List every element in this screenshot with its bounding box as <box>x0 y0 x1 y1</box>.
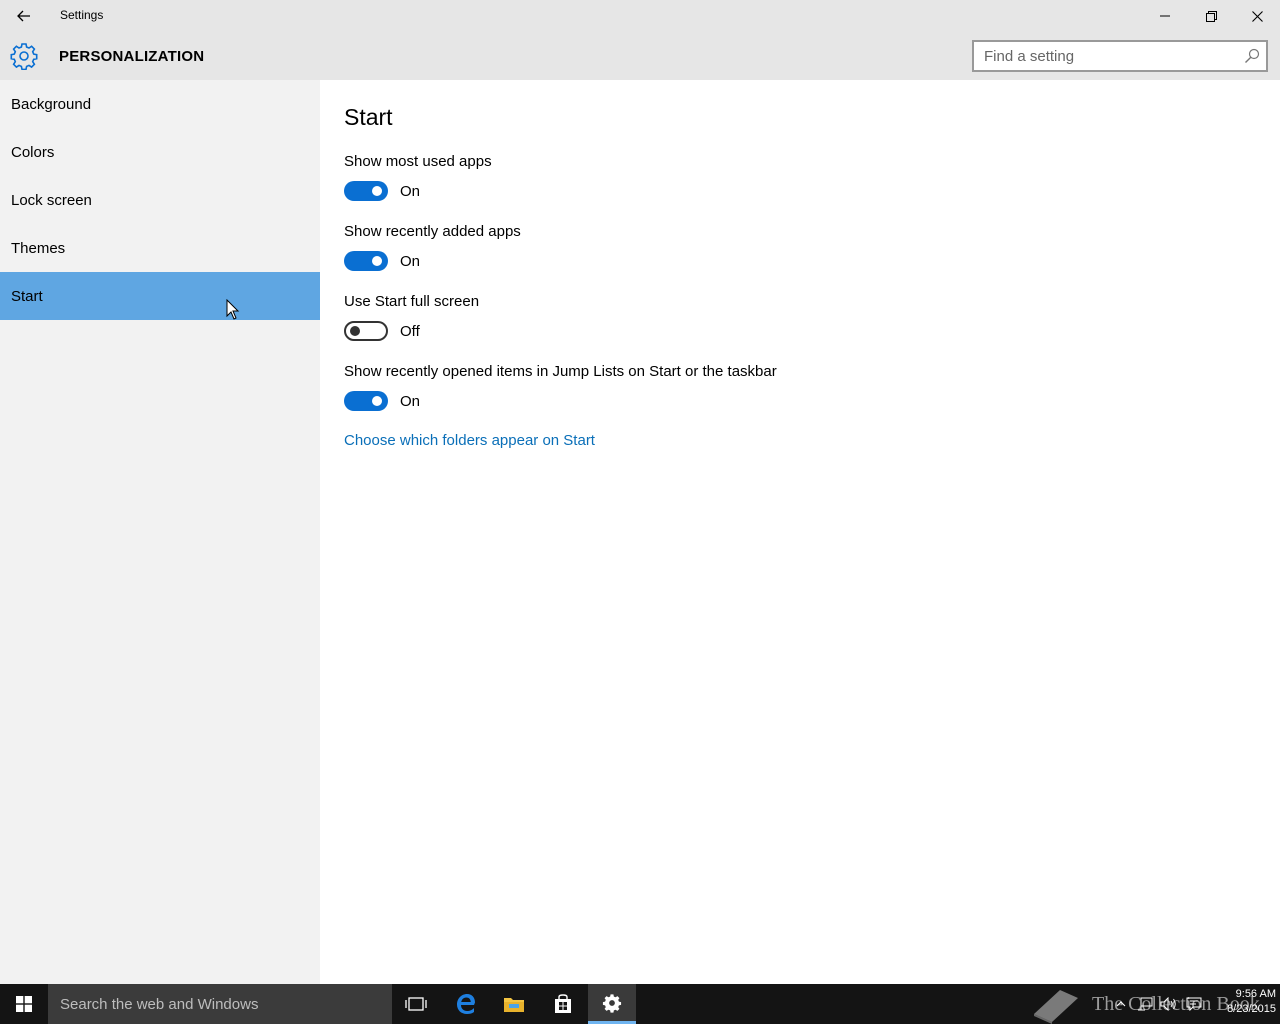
toggle-jump-lists[interactable] <box>344 391 388 411</box>
window-title: Settings <box>60 8 104 22</box>
clock-time: 9:56 AM <box>1235 988 1276 1000</box>
toggle-state-full-screen: Off <box>400 323 420 340</box>
settings-gear-icon <box>602 993 622 1013</box>
start-button[interactable] <box>0 984 48 1024</box>
file-explorer-button[interactable] <box>490 984 538 1024</box>
setting-label-most-used: Show most used apps <box>344 153 492 170</box>
toggle-state-jump-lists: On <box>400 393 421 410</box>
volume-icon <box>1160 997 1176 1011</box>
section-title: PERSONALIZATION <box>59 48 205 65</box>
taskbar-search-input[interactable] <box>48 984 392 1024</box>
taskbar: The Collection Book 9:56 AM 8/23/2015 <box>0 984 1280 1024</box>
sidebar-item-lock-screen[interactable]: Lock screen <box>0 176 320 224</box>
settings-header: PERSONALIZATION <box>0 32 1280 80</box>
network-tray-button[interactable] <box>1134 984 1156 1024</box>
maximize-icon <box>1205 10 1217 22</box>
sidebar-item-colors[interactable]: Colors <box>0 128 320 176</box>
choose-folders-link[interactable]: Choose which folders appear on Start <box>344 432 595 449</box>
task-view-icon <box>405 997 427 1011</box>
toggle-knob <box>350 326 360 336</box>
settings-taskbar-button[interactable] <box>588 984 636 1024</box>
edge-icon <box>457 994 475 1014</box>
page-title: Start <box>344 104 393 130</box>
file-explorer-icon <box>504 998 524 1012</box>
close-button[interactable] <box>1234 0 1280 32</box>
toggle-most-used-apps[interactable] <box>344 181 388 201</box>
toggle-knob <box>372 396 382 406</box>
search-icon[interactable] <box>1244 48 1260 64</box>
clock-date: 8/23/2015 <box>1227 1003 1276 1015</box>
setting-label-full-screen: Use Start full screen <box>344 293 480 310</box>
book-watermark-icon <box>1034 990 1078 1024</box>
toggle-recently-added-apps[interactable] <box>344 251 388 271</box>
taskbar-clock[interactable]: 9:56 AM 8/23/2015 <box>1206 987 1276 1017</box>
edge-button[interactable] <box>442 984 490 1024</box>
back-button[interactable] <box>0 0 48 32</box>
sidebar-item-themes[interactable]: Themes <box>0 224 320 272</box>
main-content: Start Show most used apps On Show recent… <box>320 80 1280 984</box>
toggle-state-recently-added: On <box>400 253 421 270</box>
setting-label-jump-lists: Show recently opened items in Jump Lists… <box>344 363 777 380</box>
action-center-icon <box>1186 997 1202 1011</box>
volume-tray-button[interactable] <box>1158 984 1180 1024</box>
network-icon <box>1138 997 1153 1011</box>
mouse-cursor-icon <box>226 299 240 320</box>
close-icon <box>1251 10 1263 22</box>
toggle-state-most-used: On <box>400 183 421 200</box>
task-view-button[interactable] <box>392 984 440 1024</box>
setting-label-recently-added: Show recently added apps <box>344 223 521 240</box>
sidebar: Background Colors Lock screen Themes Sta… <box>0 80 320 984</box>
store-button[interactable] <box>539 984 587 1024</box>
toggle-knob <box>372 186 382 196</box>
gear-icon <box>10 43 38 70</box>
show-hidden-icons-button[interactable] <box>1112 984 1130 1024</box>
chevron-up-icon <box>1116 1001 1126 1007</box>
back-arrow-icon <box>17 10 30 22</box>
store-icon <box>555 994 571 1013</box>
sidebar-item-background[interactable]: Background <box>0 80 320 128</box>
toggle-full-screen[interactable] <box>344 321 388 341</box>
taskbar-search-box[interactable] <box>48 984 392 1024</box>
sidebar-item-start[interactable]: Start <box>0 272 320 320</box>
search-input[interactable] <box>974 42 1234 70</box>
title-bar: Settings <box>0 0 1280 32</box>
windows-logo-icon <box>16 996 32 1012</box>
find-setting-search[interactable] <box>972 40 1268 72</box>
action-center-button[interactable] <box>1183 984 1205 1024</box>
toggle-knob <box>372 256 382 266</box>
minimize-button[interactable] <box>1142 0 1188 32</box>
restore-button[interactable] <box>1188 0 1234 32</box>
minimize-icon <box>1160 15 1170 17</box>
